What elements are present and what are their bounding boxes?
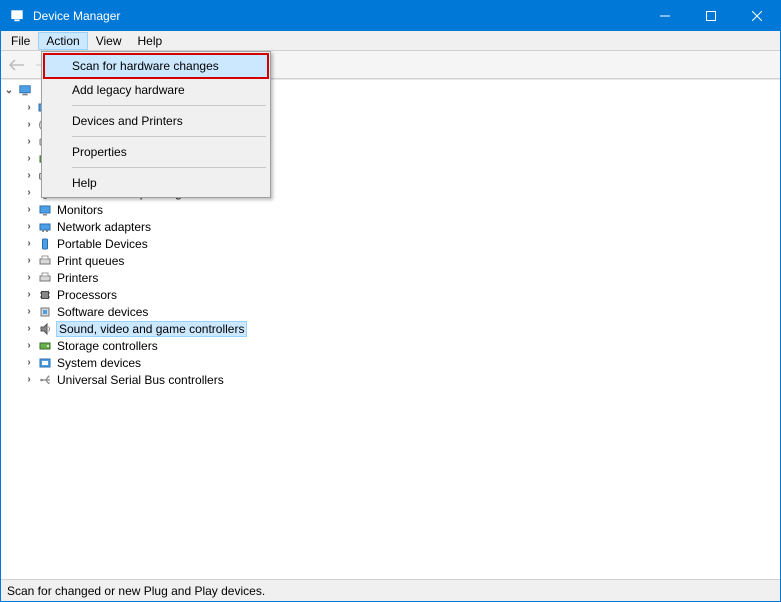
device-category-label: Print queues [57, 254, 124, 268]
minimize-button[interactable] [642, 1, 688, 31]
status-text: Scan for changed or new Plug and Play de… [7, 584, 265, 598]
menu-file[interactable]: File [3, 32, 38, 50]
expand-toggle-icon[interactable] [23, 170, 35, 182]
tree-category-row[interactable]: Universal Serial Bus controllers [1, 371, 780, 388]
device-category-icon [37, 355, 53, 371]
menu-separator [72, 167, 266, 168]
tree-category-row[interactable]: Network adapters [1, 218, 780, 235]
tree-category-row[interactable]: Software devices [1, 303, 780, 320]
device-category-label: Software devices [57, 305, 148, 319]
menu-item-add-legacy[interactable]: Add legacy hardware [44, 78, 268, 102]
tree-category-row[interactable]: Processors [1, 286, 780, 303]
tree-category-row[interactable]: Sound, video and game controllers [1, 320, 780, 337]
expand-toggle-icon[interactable] [23, 272, 35, 284]
toolbar-back-button[interactable] [5, 54, 29, 76]
device-category-icon [37, 338, 53, 354]
device-category-label: Monitors [57, 203, 103, 217]
status-bar: Scan for changed or new Plug and Play de… [1, 579, 780, 601]
expand-toggle-icon[interactable] [23, 136, 35, 148]
expand-toggle-icon[interactable] [23, 289, 35, 301]
device-category-icon [37, 321, 53, 337]
expand-toggle-icon[interactable] [23, 255, 35, 267]
device-category-label: Network adapters [57, 220, 151, 234]
expand-toggle-icon[interactable] [23, 119, 35, 131]
device-category-icon [37, 304, 53, 320]
device-category-label: Processors [57, 288, 117, 302]
tree-category-row[interactable]: Portable Devices [1, 235, 780, 252]
expand-toggle-icon[interactable] [3, 85, 15, 97]
device-category-label: Printers [57, 271, 98, 285]
device-category-label: Sound, video and game controllers [57, 322, 246, 336]
expand-toggle-icon[interactable] [23, 323, 35, 335]
tree-category-row[interactable]: System devices [1, 354, 780, 371]
expand-toggle-icon[interactable] [23, 187, 35, 199]
device-category-label: System devices [57, 356, 141, 370]
menu-item-properties[interactable]: Properties [44, 140, 268, 164]
device-category-icon [37, 270, 53, 286]
title-bar: Device Manager [1, 1, 780, 31]
window-title: Device Manager [33, 9, 120, 23]
expand-toggle-icon[interactable] [23, 340, 35, 352]
computer-icon [17, 83, 33, 99]
device-category-label: Portable Devices [57, 237, 148, 251]
device-category-icon [37, 219, 53, 235]
device-category-label: Storage controllers [57, 339, 158, 353]
expand-toggle-icon[interactable] [23, 238, 35, 250]
tree-category-row[interactable]: Print queues [1, 252, 780, 269]
menu-item-scan-hardware[interactable]: Scan for hardware changes [44, 54, 268, 78]
expand-toggle-icon[interactable] [23, 306, 35, 318]
device-category-icon [37, 253, 53, 269]
menu-help[interactable]: Help [130, 32, 171, 50]
maximize-button[interactable] [688, 1, 734, 31]
action-dropdown-menu: Scan for hardware changes Add legacy har… [41, 51, 271, 198]
menu-item-help[interactable]: Help [44, 171, 268, 195]
expand-toggle-icon[interactable] [23, 102, 35, 114]
menu-item-devices-printers[interactable]: Devices and Printers [44, 109, 268, 133]
tree-category-row[interactable]: Storage controllers [1, 337, 780, 354]
expand-toggle-icon[interactable] [23, 153, 35, 165]
menu-view[interactable]: View [88, 32, 130, 50]
device-category-icon [37, 202, 53, 218]
expand-toggle-icon[interactable] [23, 221, 35, 233]
expand-toggle-icon[interactable] [23, 374, 35, 386]
close-button[interactable] [734, 1, 780, 31]
device-category-icon [37, 236, 53, 252]
menu-action[interactable]: Action [38, 32, 87, 50]
expand-toggle-icon[interactable] [23, 204, 35, 216]
tree-category-row[interactable]: Monitors [1, 201, 780, 218]
app-icon [9, 8, 25, 24]
device-category-label: Universal Serial Bus controllers [57, 373, 224, 387]
expand-toggle-icon[interactable] [23, 357, 35, 369]
menu-separator [72, 136, 266, 137]
menu-bar: File Action View Help [1, 31, 780, 51]
device-category-icon [37, 372, 53, 388]
device-category-icon [37, 287, 53, 303]
menu-separator [72, 105, 266, 106]
tree-category-row[interactable]: Printers [1, 269, 780, 286]
